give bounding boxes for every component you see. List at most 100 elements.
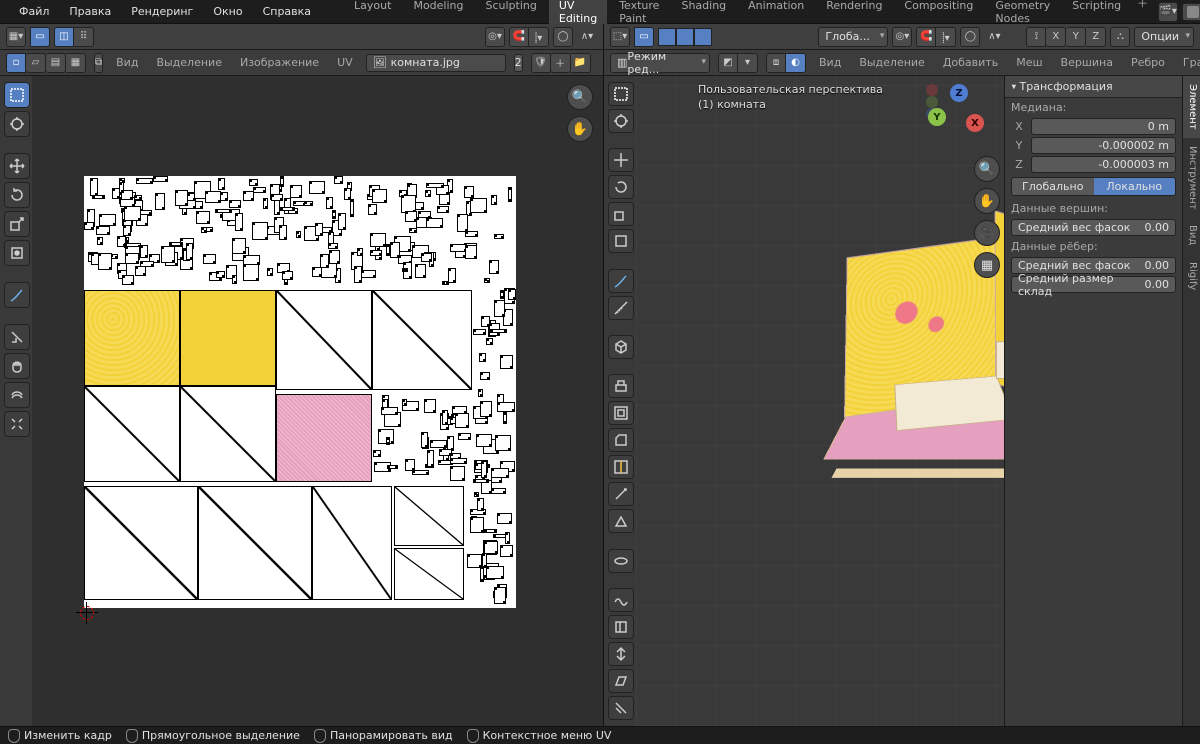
tool-select-box[interactable] <box>608 82 634 106</box>
gizmo-x-icon[interactable]: X <box>1046 27 1066 47</box>
uv-snap-type-icon[interactable]: ⸽▾ <box>529 27 549 47</box>
menu-window[interactable]: Окно <box>206 3 249 20</box>
nav-pan-icon[interactable]: ✋ <box>974 188 1000 214</box>
uv-nav-pan-icon[interactable]: ✋ <box>567 116 593 142</box>
n-tab-rigify[interactable]: Rigify <box>1183 254 1200 298</box>
gizmo-y-icon[interactable]: Y <box>1066 27 1086 47</box>
tool-annotate[interactable] <box>4 282 30 308</box>
tool-edge-slide[interactable] <box>608 615 634 639</box>
tool-inset[interactable] <box>608 401 634 425</box>
uv-menu-image[interactable]: Изображение <box>235 54 324 71</box>
median-x-field[interactable]: 0 m <box>1031 118 1176 135</box>
nav-perspective-icon[interactable]: ▦ <box>974 252 1000 278</box>
tool-move[interactable] <box>608 148 634 172</box>
v3d-menu-select[interactable]: Выделение <box>854 54 930 71</box>
navigation-gizmo[interactable]: Z Y X <box>926 84 990 148</box>
uv-canvas[interactable]: 🔍 ✋ <box>32 76 603 726</box>
space-global[interactable]: Глобально <box>1012 178 1094 195</box>
median-z-field[interactable]: -0.000003 m <box>1031 156 1176 173</box>
uv-overlay-icon[interactable]: ⧉ <box>94 53 103 73</box>
gizmo-axis-y-icon[interactable]: Y <box>928 108 946 126</box>
tool-scale[interactable] <box>4 211 30 237</box>
tool-extrude[interactable] <box>608 374 634 398</box>
edge-crease-field[interactable]: Средний размер склад0.00 <box>1011 276 1176 293</box>
median-y-field[interactable]: -0.000002 m <box>1031 137 1176 154</box>
image-datablock-field[interactable]: 🖼 комната.jpg <box>366 54 506 72</box>
gizmo-z-icon[interactable]: Z <box>1086 27 1106 47</box>
gizmo-axis-neg-x-icon[interactable] <box>926 84 938 96</box>
uv-sticky-select-icon[interactable]: ⠿ <box>74 27 94 47</box>
view3d-snap-type-icon[interactable]: ⸽▾ <box>936 27 956 47</box>
tool-pinch[interactable] <box>4 411 30 437</box>
tool-measure[interactable] <box>608 296 634 320</box>
tool-select-box[interactable] <box>4 82 30 108</box>
view3d-options-dropdown[interactable]: Опции <box>1134 27 1194 47</box>
tool-move[interactable] <box>4 153 30 179</box>
tool-relax[interactable] <box>4 382 30 408</box>
uv-menu-view[interactable]: Вид <box>111 54 143 71</box>
space-toggle[interactable]: Глобально Локально <box>1011 177 1176 196</box>
menu-render[interactable]: Рендеринг <box>124 3 200 20</box>
view3d-proportional-icon[interactable]: ◯ <box>960 27 980 47</box>
uv-face-mode-icon[interactable]: ▤ <box>46 53 66 73</box>
view3d-snap-toggle-icon[interactable]: 🧲 <box>916 27 936 47</box>
menu-edit[interactable]: Правка <box>62 3 118 20</box>
uv-pivot-icon[interactable]: ◎▾ <box>485 27 505 47</box>
tool-transform[interactable] <box>608 229 634 253</box>
tool-polybuild[interactable] <box>608 509 634 533</box>
v3d-menu-vertex[interactable]: Вершина <box>1056 54 1118 71</box>
tool-rotate[interactable] <box>608 175 634 199</box>
tool-transform[interactable] <box>4 240 30 266</box>
uv-vert-mode-icon[interactable]: ▫ <box>6 53 26 73</box>
view3d-mode-select[interactable]: ▥ Режим ред... <box>610 53 710 73</box>
view3d-prop-type-icon[interactable]: ∧▾ <box>984 27 1004 47</box>
uv-sync-selection-icon[interactable]: ◫ <box>54 27 74 47</box>
image-users-field[interactable]: 2 <box>514 54 523 72</box>
vertex-select-icon[interactable] <box>658 28 676 46</box>
view3d-overlays-drop-icon[interactable]: ▾ <box>738 53 758 73</box>
menu-file[interactable]: Файл <box>12 3 56 20</box>
view3d-editor-type-icon[interactable]: ⬚▾ <box>610 27 630 47</box>
tool-annotate[interactable] <box>608 269 634 293</box>
tool-shrink[interactable] <box>608 642 634 666</box>
view3d-pivot-icon[interactable]: ◎▾ <box>892 27 912 47</box>
uv-edge-mode-icon[interactable]: ▱ <box>26 53 46 73</box>
n-panel-transform-header[interactable]: Трансформация <box>1005 76 1182 98</box>
view3d-shading-icon[interactable]: ◐ <box>786 53 806 73</box>
face-select-icon[interactable] <box>694 28 712 46</box>
tool-loopcut[interactable] <box>608 455 634 479</box>
n-tab-tool[interactable]: Инструмент <box>1183 138 1200 218</box>
tool-spin[interactable] <box>608 549 634 573</box>
tool-add-cube[interactable] <box>608 335 634 359</box>
gizmo-axis-x-icon[interactable]: X <box>966 114 984 132</box>
nav-camera-icon[interactable]: 🎥 <box>974 220 1000 246</box>
image-new-icon[interactable]: ＋ <box>551 53 571 73</box>
nav-zoom-icon[interactable]: 🔍 <box>974 156 1000 182</box>
n-tab-item[interactable]: Элемент <box>1183 76 1200 138</box>
tool-rotate[interactable] <box>4 182 30 208</box>
tool-rip-region[interactable] <box>608 696 634 720</box>
uv-menu-uv[interactable]: UV <box>332 54 358 71</box>
tool-shear[interactable] <box>608 669 634 693</box>
uv-select-box-icon[interactable]: ▭ <box>30 27 50 47</box>
edge-select-icon[interactable] <box>676 28 694 46</box>
gizmo-axis-z-icon[interactable]: Z <box>950 84 968 102</box>
uv-menu-select[interactable]: Выделение <box>151 54 227 71</box>
view3d-overlays-icon[interactable]: ◩ <box>718 53 738 73</box>
view3d-xray-icon[interactable]: ⧈ <box>766 53 786 73</box>
tool-bevel[interactable] <box>608 428 634 452</box>
view3d-select-tool-icon[interactable]: ▭ <box>634 27 654 47</box>
uv-proportional-icon[interactable]: ◯ <box>553 27 573 47</box>
scene-name-field[interactable]: Scene <box>1182 3 1200 21</box>
v3d-menu-face[interactable]: Грань <box>1178 54 1200 71</box>
v3d-menu-add[interactable]: Добавить <box>938 54 1003 71</box>
tool-cursor[interactable] <box>4 111 30 137</box>
image-open-icon[interactable]: 📁 <box>571 53 591 73</box>
v3d-menu-edge[interactable]: Ребро <box>1126 54 1170 71</box>
tool-scale[interactable] <box>608 202 634 226</box>
mesh-automerge-icon[interactable]: ⛬ <box>1110 27 1130 47</box>
tool-rip[interactable] <box>4 324 30 350</box>
transform-orientation-select[interactable]: Глоба... <box>818 27 888 47</box>
vertex-bevel-field[interactable]: Средний вес фасок0.00 <box>1011 219 1176 236</box>
n-tab-view[interactable]: Вид <box>1183 217 1200 253</box>
